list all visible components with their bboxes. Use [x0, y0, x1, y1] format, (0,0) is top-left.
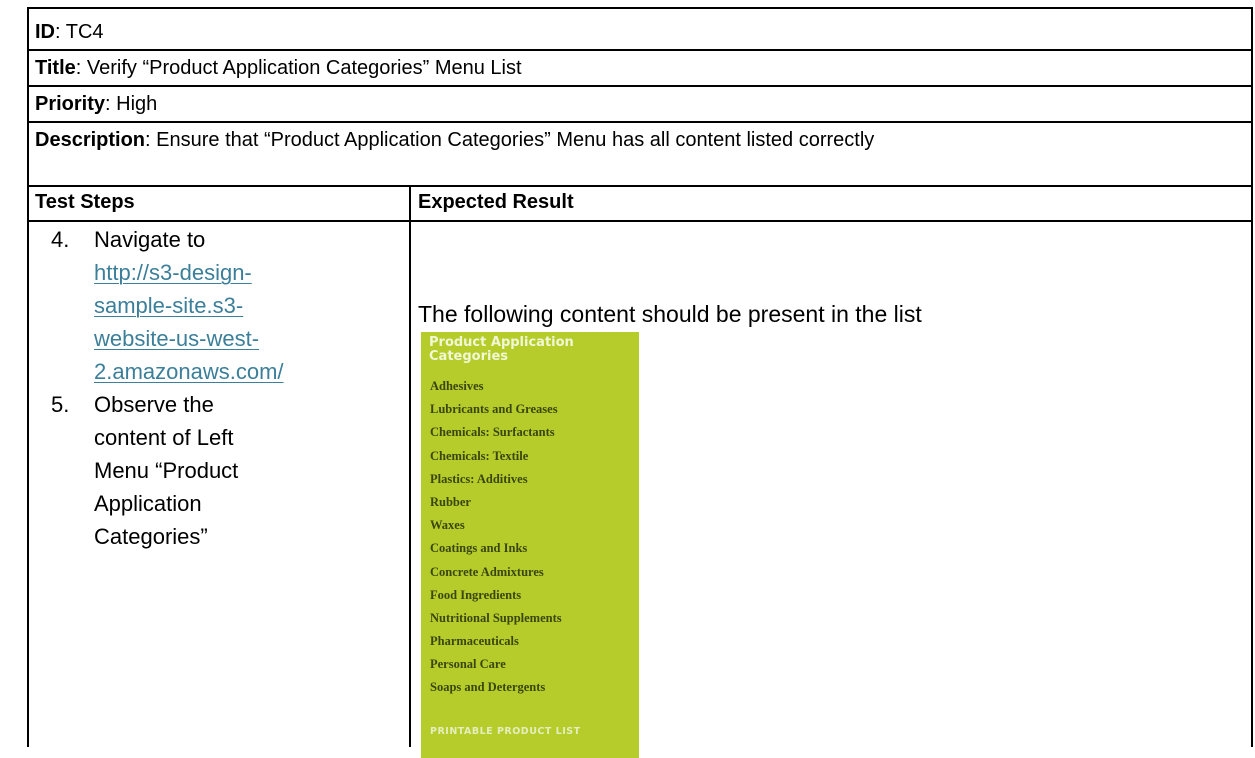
menu-item[interactable]: Personal Care [430, 653, 562, 676]
test-case-table: ID: TC4 Title: Verify “Product Applicati… [27, 7, 1253, 758]
column-divider [409, 187, 411, 747]
title-row: Title: Verify “Product Application Categ… [29, 51, 1251, 87]
test-steps-header: Test Steps [35, 191, 135, 213]
step-4-link-line[interactable]: http://s3-design- [94, 256, 404, 289]
step-4-link-line[interactable]: sample-site.s3- [94, 289, 404, 322]
step-5-line: Categories” [94, 524, 208, 549]
step-4-link[interactable]: http://s3-design- sample-site.s3- websit… [94, 256, 404, 388]
menu-screenshot: Product Application Categories Adhesives… [421, 332, 639, 758]
expected-result-header: Expected Result [418, 191, 574, 213]
description-label: Description [35, 129, 146, 151]
menu-item[interactable]: Waxes [430, 514, 562, 537]
menu-item[interactable]: Soaps and Detergents [430, 676, 562, 699]
menu-item[interactable]: Chemicals: Textile [430, 445, 562, 468]
menu-item[interactable]: Nutritional Supplements [430, 607, 562, 630]
step-4-number: 4. [51, 227, 70, 252]
menu-item[interactable]: Lubricants and Greases [430, 398, 562, 421]
step-5-number: 5. [51, 392, 70, 417]
column-header-row: Test Steps Expected Result [29, 187, 1251, 222]
menu-title: Product Application Categories [429, 335, 574, 364]
step-5-line: Application [94, 491, 202, 516]
id-value: : TC4 [55, 21, 104, 43]
step-4-text: Navigate to [94, 227, 206, 252]
step-5-text: Observe the content of Left Menu “Produc… [94, 388, 404, 553]
menu-item[interactable]: Plastics: Additives [430, 468, 562, 491]
description-value: : Ensure that “Product Application Categ… [145, 129, 875, 151]
step-5-line: Observe the [94, 392, 214, 417]
priority-row: Priority: High [29, 87, 1251, 123]
priority-value: : High [105, 93, 158, 115]
menu-item[interactable]: Concrete Admixtures [430, 561, 562, 584]
menu-item[interactable]: Food Ingredients [430, 584, 562, 607]
menu-item[interactable]: Pharmaceuticals [430, 630, 562, 653]
menu-item[interactable]: Chemicals: Surfactants [430, 421, 562, 444]
id-label: ID [35, 21, 55, 43]
step-5-line: content of Left [94, 425, 234, 450]
priority-label: Priority [35, 93, 106, 115]
description-row: Description: Ensure that “Product Applic… [29, 123, 1251, 187]
menu-item[interactable]: Rubber [430, 491, 562, 514]
step-4-link-line[interactable]: 2.amazonaws.com/ [94, 355, 404, 388]
step-5-line: Menu “Product [94, 458, 239, 483]
menu-item-list: Adhesives Lubricants and Greases Chemica… [430, 375, 562, 700]
title-label: Title [35, 57, 76, 79]
step-4-link-line[interactable]: website-us-west- [94, 322, 404, 355]
expected-result-text: The following content should be present … [418, 301, 922, 327]
id-row: ID: TC4 [29, 9, 1251, 51]
menu-item[interactable]: Coatings and Inks [430, 537, 562, 560]
menu-item[interactable]: Adhesives [430, 375, 562, 398]
title-value: : Verify “Product Application Categories… [75, 57, 522, 79]
